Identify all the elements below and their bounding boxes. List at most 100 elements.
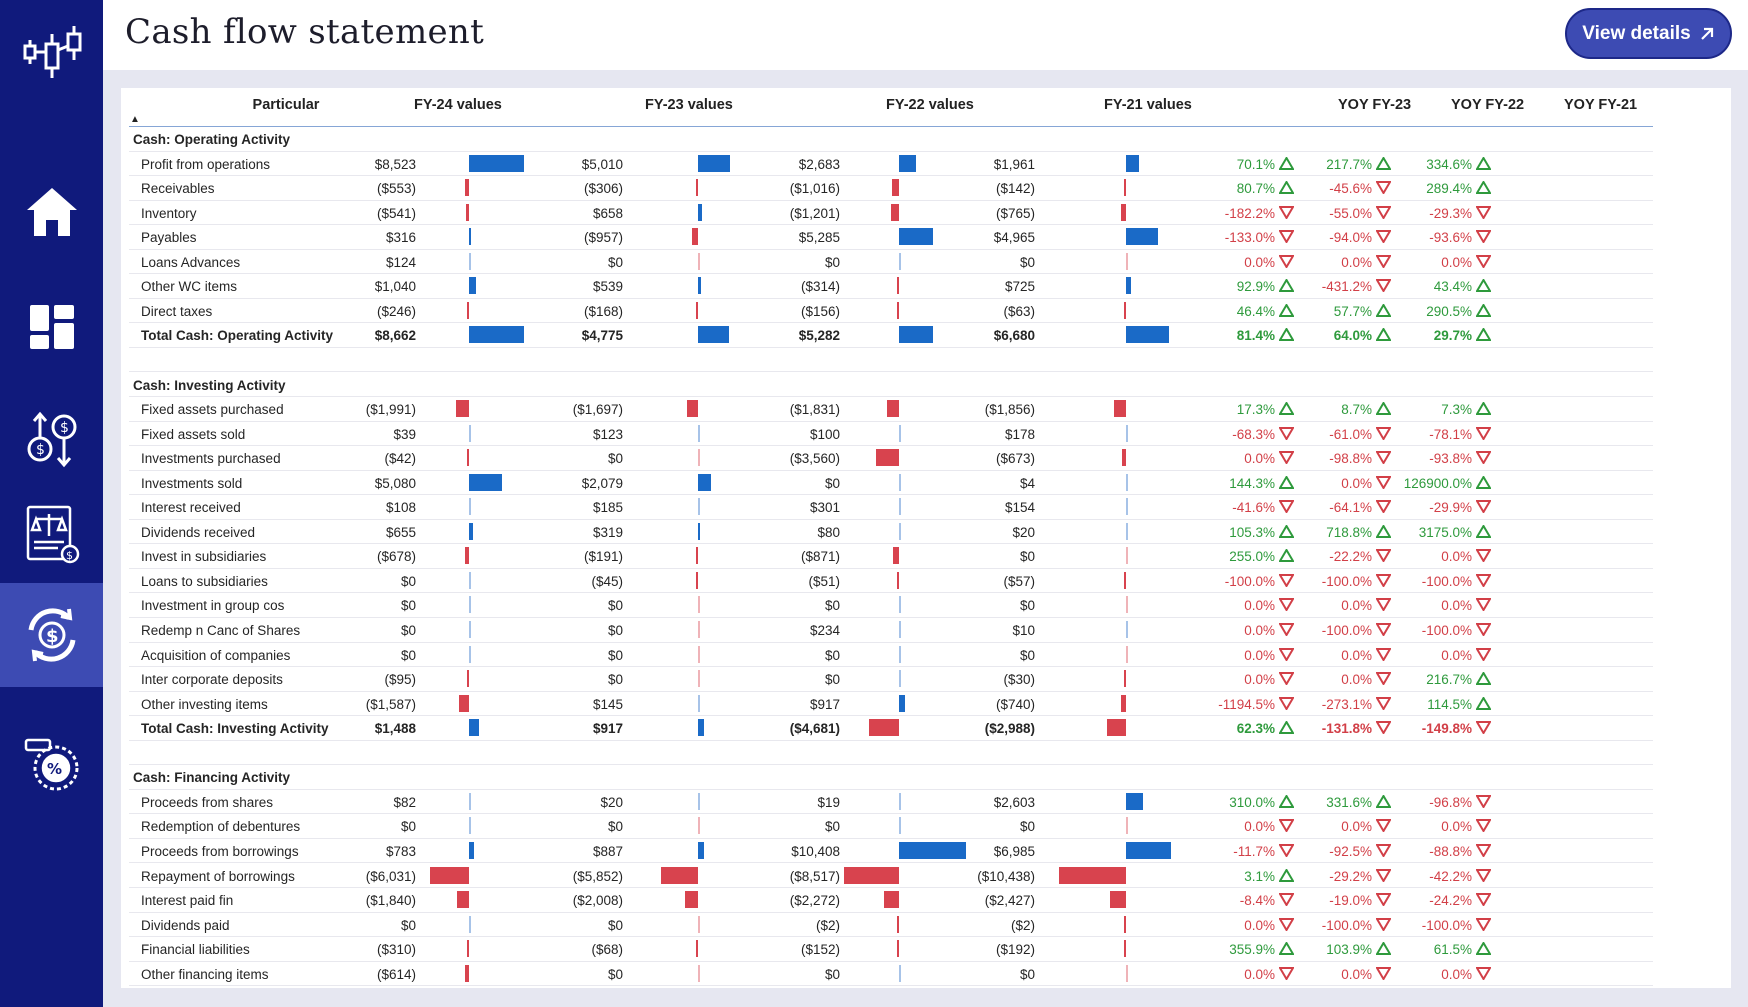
bar-fy22 bbox=[897, 940, 899, 958]
value-fy22: ($51) bbox=[808, 573, 840, 589]
table-row[interactable]: Acquisition of companies $0 $0 $0 $0 0.0% 0.0%… bbox=[129, 643, 1653, 668]
yoy-value: -149.8% bbox=[1421, 721, 1472, 737]
value-fy23: $5,010 bbox=[581, 156, 623, 172]
value-fy21: $20 bbox=[1012, 524, 1035, 540]
bar-fy21 bbox=[1126, 645, 1128, 663]
total-row[interactable]: Total Cash: Operating Activity $8,662 $4,7… bbox=[129, 323, 1653, 348]
value-fy24: $124 bbox=[385, 254, 416, 270]
value-fy21: $178 bbox=[1004, 426, 1035, 442]
table-row[interactable]: Proceeds from shares $82 $20 $19 $2,603 310.0… bbox=[129, 790, 1653, 815]
balance-sheet-icon[interactable]: $ bbox=[0, 482, 103, 586]
arrow-up-right-icon bbox=[1700, 27, 1713, 40]
table-row[interactable]: Redemp n Canc of Shares $0 $0 $234 $10 0.0% -1… bbox=[129, 618, 1653, 643]
table-row[interactable]: Dividends received $655 $319 $80 $20 105.3% 71… bbox=[129, 520, 1653, 545]
value-fy21: $154 bbox=[1004, 500, 1035, 516]
row-label: Interest received bbox=[141, 500, 241, 516]
bar-fy23 bbox=[696, 301, 698, 319]
value-fy24: $0 bbox=[400, 647, 416, 663]
bar-fy21 bbox=[1059, 866, 1126, 884]
table-row[interactable]: Inventory ($541) $658 ($1,201) ($765) -182.2%… bbox=[129, 201, 1653, 226]
section-header-row[interactable]: Cash: Investing Activity bbox=[129, 373, 1653, 397]
header-fy21[interactable]: FY-21 values bbox=[1104, 97, 1192, 113]
value-fy23: $20 bbox=[600, 794, 623, 810]
value-fy21: ($765) bbox=[995, 205, 1035, 221]
value-fy23: ($5,852) bbox=[572, 868, 623, 884]
sort-ascending-icon[interactable]: ▲ bbox=[130, 114, 140, 125]
value-fy21: $0 bbox=[1019, 966, 1035, 982]
header-particular[interactable]: Particular bbox=[211, 97, 361, 113]
value-fy23: $319 bbox=[592, 524, 623, 540]
table-row[interactable]: Investments purchased ($42) $0 ($3,560) ($67… bbox=[129, 446, 1653, 471]
row-label: Repayment of borrowings bbox=[141, 868, 295, 884]
value-fy22: ($1,201) bbox=[789, 205, 840, 221]
table-row[interactable]: Interest received $108 $185 $301 $154 -41.6% -… bbox=[129, 495, 1653, 520]
row-label: Other financing items bbox=[141, 966, 269, 982]
table-row[interactable]: Other financing items ($614) $0 $0 $0 0.0% 0.0… bbox=[129, 962, 1653, 987]
trend-up-icon bbox=[1476, 942, 1491, 956]
trend-down-icon bbox=[1376, 623, 1391, 636]
value-fy23: $185 bbox=[592, 500, 623, 516]
value-fy24: $0 bbox=[400, 623, 416, 638]
value-fy24: ($1,587) bbox=[365, 696, 416, 712]
bar-fy22 bbox=[887, 400, 899, 418]
bar-fy21 bbox=[1126, 522, 1128, 540]
header-yoy-fy23[interactable]: YOY FY-23 bbox=[1338, 97, 1411, 113]
table-row[interactable]: Receivables ($553) ($306) ($1,016) ($142) 80.… bbox=[129, 176, 1653, 201]
table-row[interactable]: Loans to subsidiaries $0 ($45) ($51) ($57) -1… bbox=[129, 569, 1653, 594]
table-row[interactable]: Investment in group cos $0 $0 $0 $0 0.0% 0.0% 0… bbox=[129, 593, 1653, 618]
ratio-icon[interactable]: % bbox=[0, 712, 103, 816]
value-fy21: ($10,438) bbox=[977, 868, 1035, 884]
yoy-value: -45.6% bbox=[1329, 181, 1372, 197]
table-row[interactable]: Repayment of borrowings ($6,031) ($5,852) (… bbox=[129, 864, 1653, 888]
table-row[interactable]: Invest in subsidiaries ($678) ($191) ($871)… bbox=[129, 544, 1653, 569]
trend-down-icon bbox=[1476, 893, 1491, 907]
header-fy22[interactable]: FY-22 values bbox=[886, 97, 974, 113]
table-row[interactable]: Loans Advances $124 $0 $0 $0 0.0% 0.0% 0.0% bbox=[129, 250, 1653, 275]
yoy-value: 0.0% bbox=[1341, 254, 1372, 270]
table-row[interactable]: Inter corporate deposits ($95) $0 $0 ($30) 0.… bbox=[129, 667, 1653, 692]
value-fy22: ($1,016) bbox=[789, 181, 840, 197]
view-details-button[interactable]: View details bbox=[1565, 8, 1732, 59]
section-header-row[interactable]: Cash: Financing Activity bbox=[129, 765, 1653, 790]
value-fy22: ($2,272) bbox=[789, 893, 840, 909]
dashboard-icon[interactable] bbox=[0, 275, 103, 379]
header-fy24[interactable]: FY-24 values bbox=[414, 97, 502, 113]
table-row[interactable]: Interest paid fin ($1,840) ($2,008) ($2,272… bbox=[129, 888, 1653, 913]
bar-fy24 bbox=[469, 645, 471, 663]
section-header-row[interactable]: Cash: Operating Activity bbox=[129, 127, 1653, 152]
trend-up-icon bbox=[1376, 524, 1391, 538]
value-fy21: $0 bbox=[1019, 598, 1035, 614]
table-row[interactable]: Direct taxes ($246) ($168) ($156) ($63) 46.4%… bbox=[129, 299, 1653, 324]
table-row[interactable]: Profit from operations $8,523 $5,010 $2,683… bbox=[129, 152, 1653, 177]
table-row[interactable]: Other investing items ($1,587) $145 $917 ($7… bbox=[129, 692, 1653, 717]
header-yoy-fy22[interactable]: YOY FY-22 bbox=[1451, 97, 1524, 113]
home-icon[interactable] bbox=[0, 160, 103, 264]
currency-exchange-icon[interactable]: $ $ bbox=[0, 387, 103, 491]
bar-fy22 bbox=[897, 571, 899, 589]
total-row[interactable]: Total Cash: Investing Activity $1,488 $917… bbox=[129, 716, 1653, 741]
table-row[interactable]: Fixed assets purchased ($1,991) ($1,697) ($… bbox=[129, 397, 1653, 422]
table-row[interactable]: Fixed assets sold $39 $123 $100 $178 -68.3% -6… bbox=[129, 422, 1653, 447]
logo-candlestick-icon[interactable] bbox=[0, 0, 103, 104]
value-fy22: ($4,681) bbox=[789, 721, 840, 737]
table-row[interactable]: Dividends paid $0 $0 ($2) ($2) 0.0% -100.0% -10… bbox=[129, 913, 1653, 938]
table-row[interactable]: Proceeds from borrowings $783 $887 $10,408 $… bbox=[129, 839, 1653, 864]
yoy-value: 290.5% bbox=[1426, 303, 1472, 319]
value-fy23: $539 bbox=[592, 279, 623, 295]
cash-flow-icon[interactable]: $ bbox=[0, 583, 103, 687]
header-yoy-fy21[interactable]: YOY FY-21 bbox=[1564, 97, 1637, 113]
trend-down-icon bbox=[1476, 254, 1491, 268]
table-row[interactable]: Other WC items $1,040 $539 ($314) $725 92.9% -… bbox=[129, 274, 1653, 299]
table-row[interactable]: Financial liabilities ($310) ($68) ($152) ($… bbox=[129, 937, 1653, 962]
bar-fy21 bbox=[1124, 670, 1126, 688]
table-row[interactable]: Payables $316 ($957) $5,285 $4,965 -133.0% -94… bbox=[129, 225, 1653, 250]
bar-fy21 bbox=[1126, 498, 1128, 516]
table-row[interactable]: Redemption of debentures $0 $0 $0 $0 0.0% 0.0%… bbox=[129, 814, 1653, 839]
value-fy24: $5,080 bbox=[374, 475, 416, 491]
trend-down-icon bbox=[1476, 598, 1491, 612]
yoy-value: 0.0% bbox=[1244, 917, 1275, 933]
header-fy23[interactable]: FY-23 values bbox=[645, 97, 733, 113]
value-fy23: $0 bbox=[607, 254, 623, 270]
table-row[interactable]: Investments sold $5,080 $2,079 $0 $4 144.3% 0.… bbox=[129, 471, 1653, 496]
trend-down-icon bbox=[1376, 843, 1391, 857]
